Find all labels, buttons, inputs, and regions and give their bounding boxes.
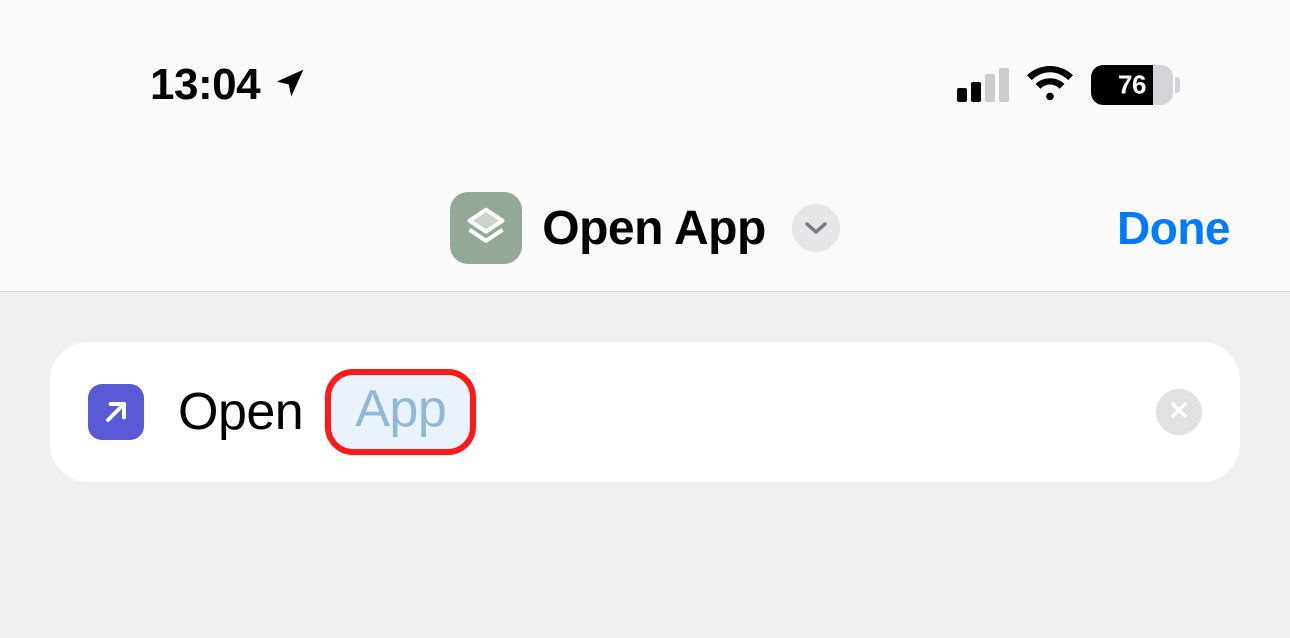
status-left: 13:04 xyxy=(150,60,306,110)
chevron-down-icon[interactable] xyxy=(792,204,840,252)
status-right: 76 xyxy=(957,65,1180,106)
status-time: 13:04 xyxy=(150,60,260,110)
clear-action-button[interactable] xyxy=(1156,389,1202,435)
open-app-action-icon xyxy=(88,384,144,440)
app-token-text: App xyxy=(355,379,446,439)
done-button[interactable]: Done xyxy=(1117,201,1230,255)
shortcuts-app-icon xyxy=(450,192,522,264)
header-section: 13:04 xyxy=(0,0,1290,292)
action-open-label: Open xyxy=(178,382,303,442)
battery-indicator: 76 xyxy=(1091,65,1180,105)
location-icon xyxy=(274,67,306,104)
cellular-icon xyxy=(957,68,1009,102)
nav-title-group[interactable]: Open App xyxy=(450,192,840,264)
status-bar: 13:04 xyxy=(0,0,1290,110)
nav-row: Open App Done xyxy=(0,192,1290,264)
close-icon xyxy=(1168,399,1190,426)
action-text: Open App xyxy=(178,369,476,455)
battery-percent: 76 xyxy=(1091,70,1173,101)
content-area: Open App xyxy=(0,292,1290,482)
page-title: Open App xyxy=(542,201,766,256)
action-card[interactable]: Open App xyxy=(50,342,1240,482)
app-parameter-token[interactable]: App xyxy=(325,369,476,455)
wifi-icon xyxy=(1027,65,1073,106)
